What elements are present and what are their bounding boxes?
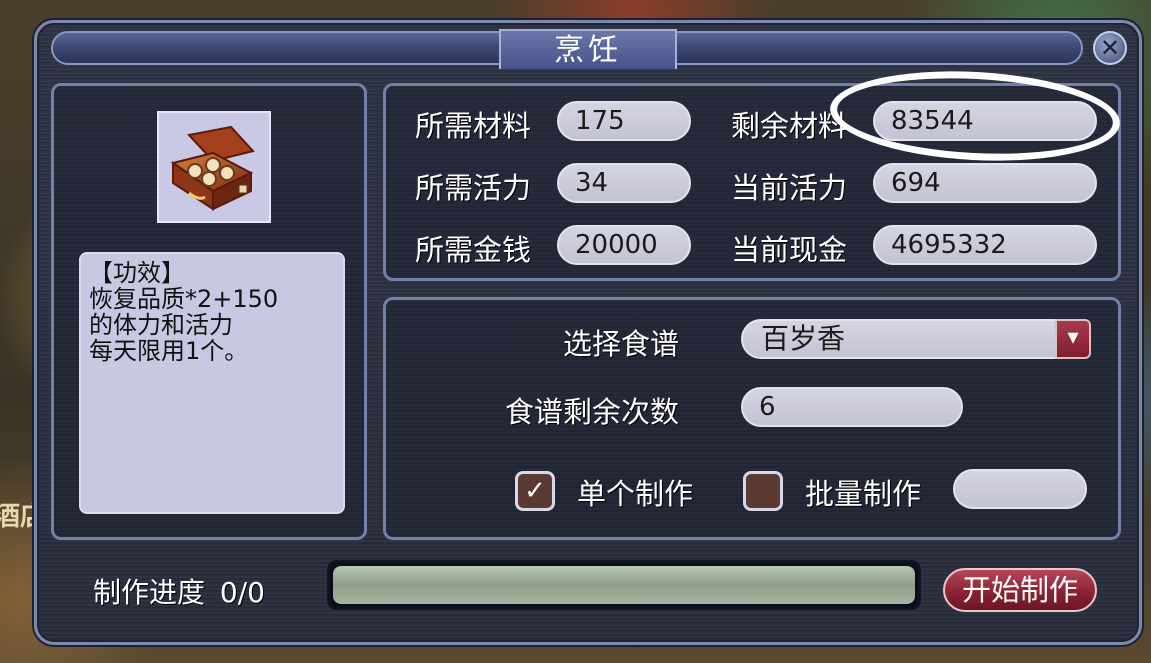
progress-track xyxy=(333,566,915,604)
batch-craft-checkbox[interactable] xyxy=(743,471,783,511)
item-slot[interactable] xyxy=(157,111,271,223)
select-recipe-label: 选择食谱 xyxy=(563,327,680,361)
current-vitality-value: 694 xyxy=(873,163,1097,203)
required-money-label: 所需金钱 xyxy=(415,233,532,267)
chevron-down-icon[interactable]: ▾ xyxy=(1055,319,1091,359)
single-craft-checkbox[interactable]: ✓ xyxy=(515,471,555,511)
required-material-value: 175 xyxy=(557,101,691,141)
start-crafting-button[interactable]: 开始制作 xyxy=(943,568,1097,612)
description-line: 【功效】 xyxy=(89,259,185,287)
required-money-value: 20000 xyxy=(557,225,691,265)
close-button[interactable]: ✕ xyxy=(1093,31,1127,65)
recipe-remaining-uses-value: 6 xyxy=(741,387,963,427)
description-line: 每天限用1个。 xyxy=(89,337,249,365)
required-material-label: 所需材料 xyxy=(415,109,532,143)
food-box-icon xyxy=(170,125,255,211)
recipe-select[interactable]: 百岁香 ▾ xyxy=(741,319,1091,359)
selected-recipe: 百岁香 xyxy=(761,322,846,355)
progress-label-text: 制作进度 xyxy=(93,576,206,609)
batch-craft-label: 批量制作 xyxy=(805,477,922,511)
close-icon: ✕ xyxy=(1099,34,1121,62)
current-cash-label: 当前现金 xyxy=(731,233,848,267)
current-vitality-label: 当前活力 xyxy=(731,171,848,205)
current-cash-value: 4695332 xyxy=(873,225,1097,265)
dialog-title: 烹饪 xyxy=(499,29,677,69)
progress-label: 制作进度 0/0 xyxy=(93,571,265,611)
batch-quantity-input[interactable] xyxy=(953,469,1087,509)
recipe-remaining-uses-label: 食谱剩余次数 xyxy=(505,395,680,429)
check-icon: ✓ xyxy=(524,476,546,506)
progress-value-text: 0/0 xyxy=(219,576,265,609)
item-description: 【功效】 恢复品质*2+150 的体力和活力 每天限用1个。 xyxy=(79,252,345,514)
progress-bar xyxy=(327,560,921,610)
required-vitality-label: 所需活力 xyxy=(415,171,532,205)
single-craft-label: 单个制作 xyxy=(577,477,694,511)
required-vitality-value: 34 xyxy=(557,163,691,203)
description-line: 的体力和活力 xyxy=(89,311,233,339)
description-line: 恢复品质*2+150 xyxy=(89,285,279,313)
